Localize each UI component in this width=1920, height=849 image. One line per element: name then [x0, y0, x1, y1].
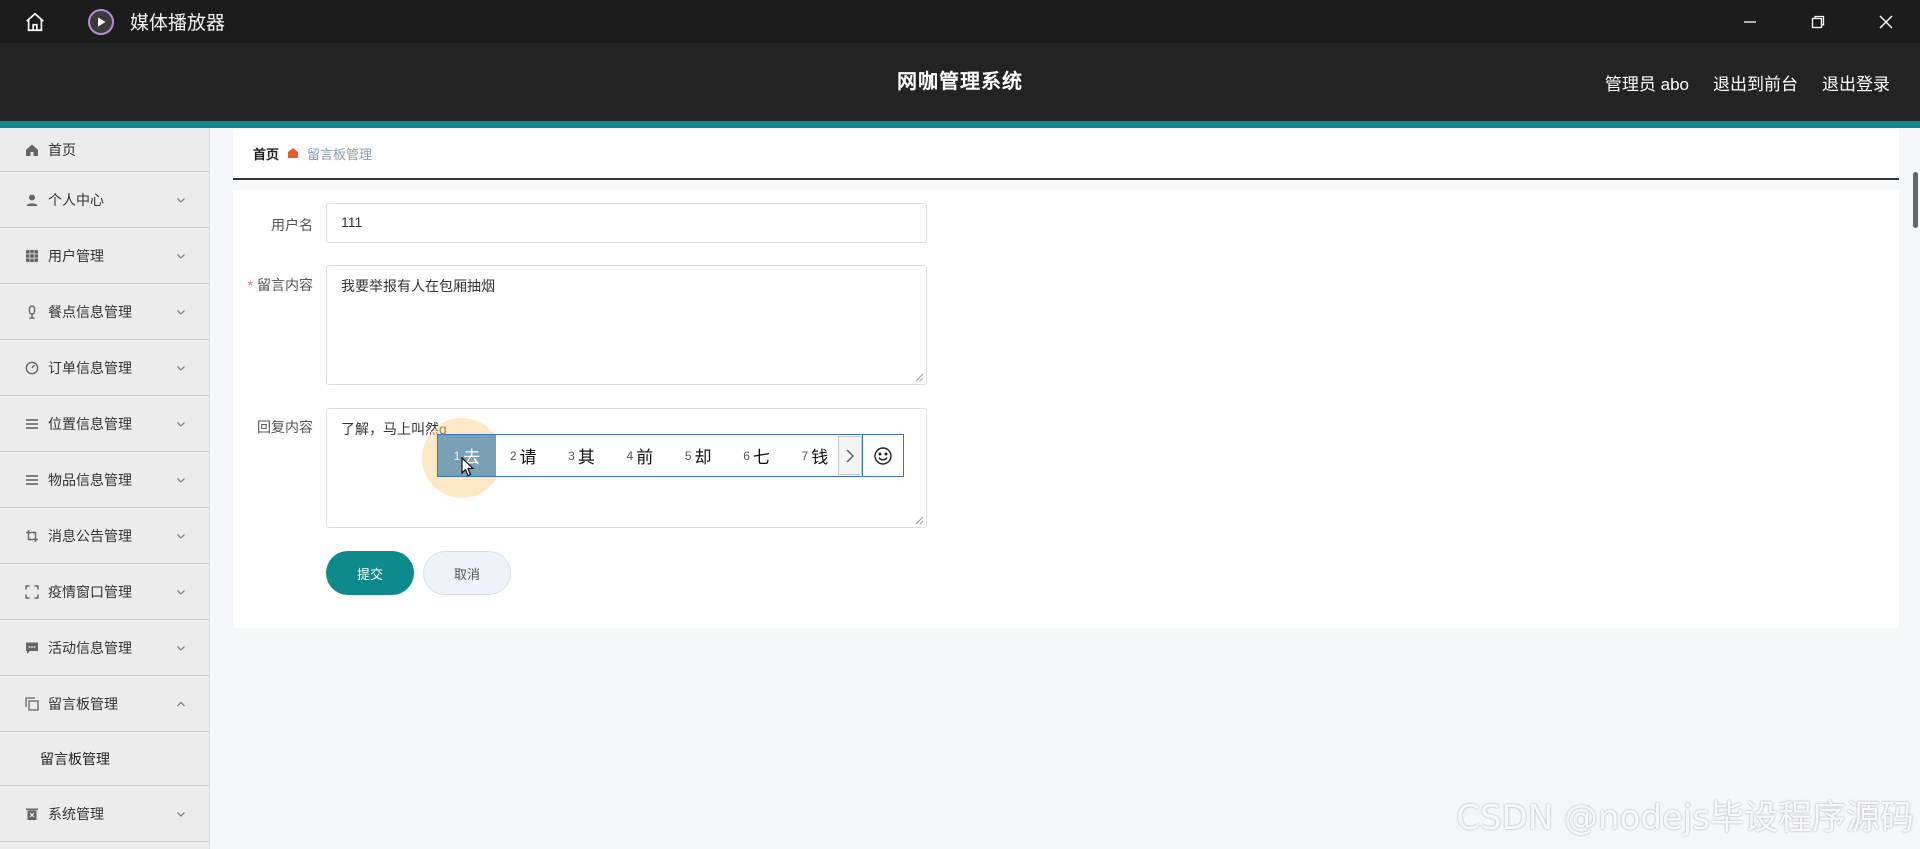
- chevron-down-icon: [177, 253, 185, 259]
- chevron-down-icon: [177, 365, 185, 371]
- copy-icon: [24, 696, 40, 712]
- window-title: 媒体播放器: [130, 13, 226, 34]
- sidebar-item-personal-center[interactable]: 个人中心: [0, 172, 209, 228]
- chevron-down-icon: [177, 197, 185, 203]
- close-icon[interactable]: [1852, 0, 1920, 43]
- microphone-icon: [24, 304, 40, 320]
- sidebar-item-system-management[interactable]: 系统管理: [0, 786, 209, 842]
- sidebar-item-meal-management[interactable]: 餐点信息管理: [0, 284, 209, 340]
- ime-candidate-5[interactable]: 5却: [685, 435, 729, 476]
- exit-to-frontend-link[interactable]: 退出到前台: [1713, 70, 1798, 95]
- user-icon: [24, 192, 40, 208]
- mouse-cursor-icon: [461, 457, 475, 477]
- logout-link[interactable]: 退出登录: [1822, 70, 1890, 95]
- ime-candidate-bar: 1去 2请 3其 4前 5却 6七 7钱: [437, 434, 904, 477]
- admin-user-label: 管理员 abo: [1604, 74, 1689, 94]
- message-content-textarea[interactable]: 我要举报有人在包厢抽烟: [326, 265, 927, 385]
- sidebar-item-location-management[interactable]: 位置信息管理: [0, 396, 209, 452]
- play-icon: [88, 8, 114, 35]
- sidebar-item-label: 活动信息管理: [48, 639, 132, 656]
- breadcrumb-current: 留言板管理: [307, 146, 373, 162]
- breadcrumb-separator-icon: [287, 147, 299, 159]
- sidebar-item-goods-management[interactable]: 物品信息管理: [0, 452, 209, 508]
- ime-candidate-7[interactable]: 7钱: [802, 435, 835, 476]
- emoji-icon[interactable]: [861, 435, 903, 476]
- username-label: 用户名: [271, 217, 313, 233]
- sidebar-item-user-management[interactable]: 用户管理: [0, 228, 209, 284]
- required-mark: *: [247, 277, 253, 293]
- sidebar-item-announcement-management[interactable]: 消息公告管理: [0, 508, 209, 564]
- home-icon[interactable]: [0, 0, 70, 43]
- ime-candidate-2[interactable]: 2请: [510, 435, 554, 476]
- cancel-button[interactable]: 取消: [423, 551, 511, 595]
- list-icon: [24, 472, 40, 488]
- reply-content-label: 回复内容: [257, 419, 313, 435]
- home-icon: [24, 142, 40, 158]
- ime-candidate-4[interactable]: 4前: [627, 435, 671, 476]
- chevron-down-icon: [177, 589, 185, 595]
- chevron-down-icon: [177, 309, 185, 315]
- header-accent-bar: [0, 121, 1920, 128]
- sidebar-item-label: 系统管理: [48, 805, 104, 822]
- chevron-down-icon: [177, 811, 185, 817]
- sidebar-item-label: 疫情窗口管理: [48, 583, 132, 600]
- message-content-value: 我要举报有人在包厢抽烟: [341, 278, 495, 294]
- page-scrollbar[interactable]: [1913, 172, 1918, 228]
- sidebar-item-label: 用户管理: [48, 247, 104, 264]
- breadcrumb-home[interactable]: 首页: [253, 144, 279, 163]
- sidebar-item-order-management[interactable]: 订单信息管理: [0, 340, 209, 396]
- restore-icon[interactable]: [1784, 0, 1852, 43]
- submit-button[interactable]: 提交: [326, 551, 414, 595]
- chevron-down-icon: [177, 477, 185, 483]
- ime-candidate-3[interactable]: 3其: [568, 435, 612, 476]
- sidebar-item-epidemic-window-management[interactable]: 疫情窗口管理: [0, 564, 209, 620]
- form-card: 用户名 111 * 留言内容 我要举报有人在包厢抽烟 回复内容 了解，马上叫然q …: [233, 190, 1899, 628]
- sidebar-item-label: 消息公告管理: [48, 527, 132, 544]
- watermark: CSDN @nodejs毕设程序源码: [1456, 798, 1914, 838]
- window-titlebar: 媒体播放器: [0, 0, 1920, 43]
- minimize-icon[interactable]: [1716, 0, 1784, 43]
- sidebar-subitem-message-board[interactable]: 留言板管理: [0, 732, 209, 786]
- username-input[interactable]: 111: [326, 203, 927, 243]
- chevron-up-icon: [177, 701, 185, 706]
- app-header: 网咖管理系统 管理员 abo 退出到前台 退出登录: [0, 43, 1920, 121]
- sidebar-item-label: 订单信息管理: [48, 359, 132, 376]
- sidebar-item-label: 个人中心: [48, 191, 104, 208]
- chevron-down-icon: [177, 421, 185, 427]
- chevron-down-icon: [177, 645, 185, 651]
- chevron-right-icon[interactable]: [838, 436, 862, 475]
- chevron-down-icon: [177, 533, 185, 539]
- gauge-icon: [24, 360, 40, 376]
- trash-icon: [24, 806, 40, 822]
- list-icon: [24, 416, 40, 432]
- sidebar-item-label: 餐点信息管理: [48, 303, 132, 320]
- sidebar-item-label: 首页: [48, 141, 76, 158]
- ime-candidate-6[interactable]: 6七: [743, 435, 787, 476]
- crop-icon: [24, 528, 40, 544]
- sidebar: 首页 个人中心 用户管理 餐点信息管理 订单信息管理 位置信息管理 物品信息管理…: [0, 128, 210, 849]
- sidebar-item-message-board-management[interactable]: 留言板管理: [0, 676, 209, 732]
- resize-handle-icon[interactable]: [914, 515, 924, 525]
- resize-handle-icon[interactable]: [914, 372, 924, 382]
- sidebar-item-label: 留言板管理: [48, 695, 118, 712]
- fullscreen-icon: [24, 584, 40, 600]
- sidebar-item-label: 位置信息管理: [48, 415, 132, 432]
- message-content-label: * 留言内容: [247, 277, 313, 293]
- sidebar-item-activity-management[interactable]: 活动信息管理: [0, 620, 209, 676]
- breadcrumb: 首页 留言板管理: [233, 128, 1899, 180]
- sidebar-item-home[interactable]: 首页: [0, 128, 209, 172]
- grid-icon: [24, 248, 40, 264]
- chat-icon: [24, 640, 40, 656]
- sidebar-item-label: 物品信息管理: [48, 471, 132, 488]
